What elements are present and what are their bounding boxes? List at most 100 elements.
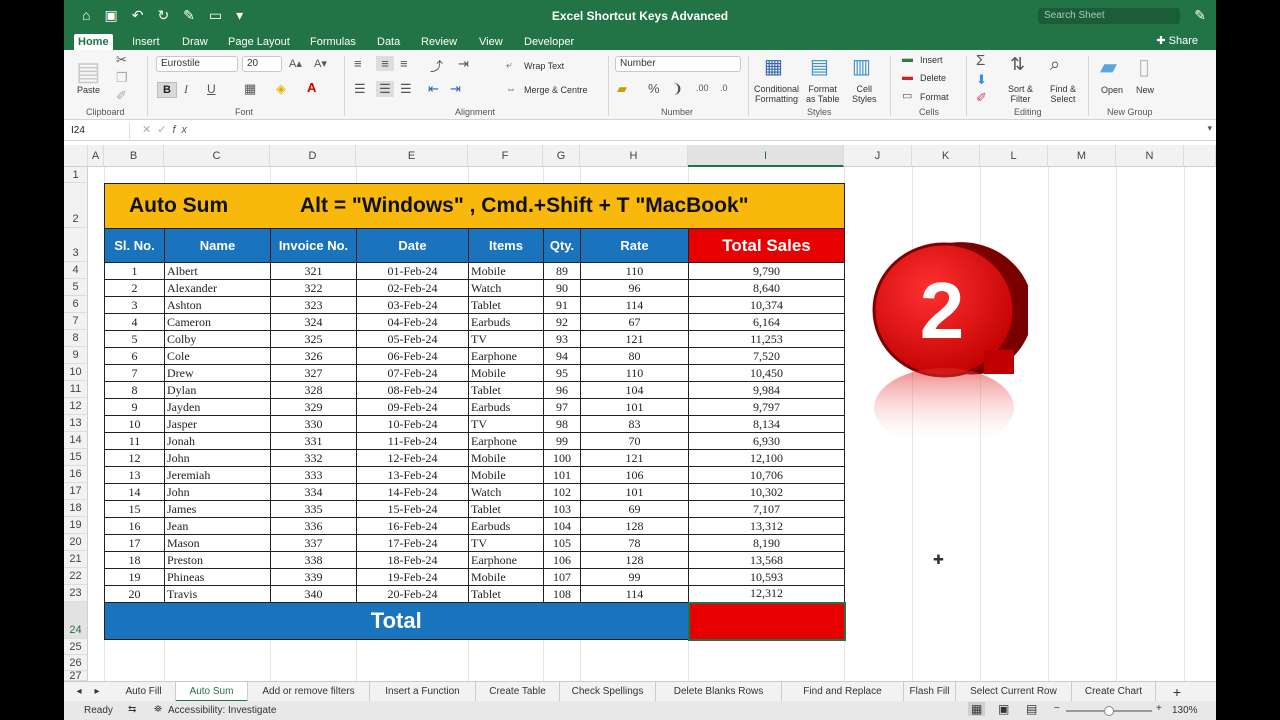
align-right-icon[interactable]: ☰ bbox=[400, 81, 412, 97]
page-break-view-icon[interactable]: ▤ bbox=[1026, 702, 1037, 716]
table-cell[interactable]: Earbuds bbox=[468, 517, 544, 535]
table-cell[interactable]: 100 bbox=[543, 449, 581, 467]
table-cell[interactable]: Jonah bbox=[164, 432, 271, 450]
prev-sheet-icon[interactable]: ◂ bbox=[70, 682, 88, 702]
currency-icon[interactable]: ▰ bbox=[617, 81, 627, 97]
table-cell[interactable]: Jayden bbox=[164, 398, 271, 416]
row-header-5[interactable]: 5 bbox=[64, 279, 88, 296]
row-header-21[interactable]: 21 bbox=[64, 551, 88, 568]
table-cell[interactable]: 4 bbox=[104, 313, 165, 331]
table-cell[interactable]: 12,100 bbox=[688, 449, 845, 467]
table-cell[interactable]: 91 bbox=[543, 296, 581, 314]
table-cell[interactable]: 8,190 bbox=[688, 534, 845, 552]
table-cell[interactable]: 335 bbox=[270, 500, 357, 518]
table-cell[interactable]: 321 bbox=[270, 262, 357, 280]
find-select-icon[interactable]: ⌕ bbox=[1050, 54, 1060, 75]
column-header-k[interactable]: K bbox=[912, 145, 980, 167]
column-header-j[interactable]: J bbox=[844, 145, 912, 167]
sheet-tab[interactable]: Select Current Row bbox=[956, 682, 1072, 702]
number-format-select[interactable]: Number bbox=[615, 56, 741, 72]
enter-icon[interactable]: ✓ bbox=[157, 124, 172, 136]
column-header-d[interactable]: D bbox=[270, 145, 356, 167]
table-cell[interactable]: 92 bbox=[543, 313, 581, 331]
table-cell[interactable]: 114 bbox=[580, 296, 689, 314]
table-cell[interactable]: 08-Feb-24 bbox=[356, 381, 469, 399]
cell-styles-icon[interactable]: ▥ bbox=[852, 54, 871, 79]
table-cell[interactable]: 128 bbox=[580, 517, 689, 535]
table-cell[interactable]: 325 bbox=[270, 330, 357, 348]
table-cell[interactable]: 10,374 bbox=[688, 296, 845, 314]
table-cell[interactable]: Mobile bbox=[468, 364, 544, 382]
table-cell[interactable]: 20-Feb-24 bbox=[356, 585, 469, 603]
table-cell[interactable]: 7,107 bbox=[688, 500, 845, 518]
table-cell[interactable]: 6,930 bbox=[688, 432, 845, 450]
column-title-2[interactable]: Invoice No. bbox=[270, 228, 357, 263]
open-folder-icon[interactable]: ▰ bbox=[1100, 54, 1117, 80]
table-cell[interactable]: 17 bbox=[104, 534, 165, 552]
table-cell[interactable]: 338 bbox=[270, 551, 357, 569]
table-cell[interactable]: Mobile bbox=[468, 568, 544, 586]
format-as-table-icon[interactable]: ▤ bbox=[810, 54, 829, 79]
table-cell[interactable]: Earphone bbox=[468, 432, 544, 450]
total-label[interactable]: Total bbox=[104, 602, 689, 640]
align-bottom-icon[interactable]: ≡ bbox=[400, 56, 408, 71]
row-header-17[interactable]: 17 bbox=[64, 483, 88, 500]
table-cell[interactable]: 19-Feb-24 bbox=[356, 568, 469, 586]
table-cell[interactable]: Watch bbox=[468, 279, 544, 297]
table-cell[interactable]: 106 bbox=[543, 551, 581, 569]
row-header-13[interactable]: 13 bbox=[64, 415, 88, 432]
table-cell[interactable]: Earphone bbox=[468, 551, 544, 569]
find-select-button[interactable]: Find & Select bbox=[1050, 84, 1076, 104]
merge-icon[interactable]: ⇔ bbox=[506, 84, 516, 95]
increase-decimal-icon[interactable]: .00 bbox=[696, 83, 709, 93]
table-cell[interactable]: 101 bbox=[580, 483, 689, 501]
wrap-text-button[interactable]: Wrap Text bbox=[524, 61, 564, 71]
share-button[interactable]: ✚ Share bbox=[1156, 34, 1198, 47]
table-cell[interactable]: 20 bbox=[104, 585, 165, 603]
row-header-19[interactable]: 19 bbox=[64, 517, 88, 534]
table-cell[interactable]: 10,450 bbox=[688, 364, 845, 382]
table-cell[interactable]: 128 bbox=[580, 551, 689, 569]
row-header-14[interactable]: 14 bbox=[64, 432, 88, 449]
table-cell[interactable]: Cole bbox=[164, 347, 271, 365]
table-cell[interactable]: 07-Feb-24 bbox=[356, 364, 469, 382]
table-cell[interactable]: 10-Feb-24 bbox=[356, 415, 469, 433]
column-title-5[interactable]: Qty. bbox=[543, 228, 581, 263]
column-title-4[interactable]: Items bbox=[468, 228, 544, 263]
table-cell[interactable]: Albert bbox=[164, 262, 271, 280]
indent-icon[interactable]: ⇥ bbox=[458, 56, 469, 72]
row-header-23[interactable]: 23 bbox=[64, 585, 88, 602]
table-cell[interactable]: 332 bbox=[270, 449, 357, 467]
table-cell[interactable]: 330 bbox=[270, 415, 357, 433]
table-cell[interactable]: Ashton bbox=[164, 296, 271, 314]
table-cell[interactable]: Jean bbox=[164, 517, 271, 535]
table-cell[interactable]: 8,640 bbox=[688, 279, 845, 297]
table-cell[interactable]: 333 bbox=[270, 466, 357, 484]
next-sheet-icon[interactable]: ▸ bbox=[88, 682, 106, 702]
table-cell[interactable]: 94 bbox=[543, 347, 581, 365]
autosum-icon[interactable]: Σ bbox=[976, 52, 985, 69]
conditional-formatting-icon[interactable]: ▦ bbox=[764, 54, 783, 79]
table-cell[interactable]: Dylan bbox=[164, 381, 271, 399]
sort-filter-icon[interactable]: ⇅ bbox=[1010, 54, 1025, 75]
align-top-icon[interactable]: ≡ bbox=[354, 56, 362, 71]
row-header-12[interactable]: 12 bbox=[64, 398, 88, 415]
table-cell[interactable]: John bbox=[164, 483, 271, 501]
table-cell[interactable]: 12-Feb-24 bbox=[356, 449, 469, 467]
row-header-11[interactable]: 11 bbox=[64, 381, 88, 398]
sheet-tab[interactable]: Create Chart bbox=[1072, 682, 1156, 702]
bold-button[interactable]: B bbox=[157, 82, 177, 98]
table-cell[interactable]: 67 bbox=[580, 313, 689, 331]
table-cell[interactable]: 03-Feb-24 bbox=[356, 296, 469, 314]
format-cells-button[interactable]: Format bbox=[920, 92, 949, 102]
table-cell[interactable]: James bbox=[164, 500, 271, 518]
row-header-6[interactable]: 6 bbox=[64, 296, 88, 313]
tab-page-layout[interactable]: Page Layout bbox=[224, 34, 294, 50]
table-cell[interactable]: Mobile bbox=[468, 449, 544, 467]
table-cell[interactable]: 13,312 bbox=[688, 517, 845, 535]
table-cell[interactable]: 110 bbox=[580, 364, 689, 382]
column-header-b[interactable]: B bbox=[104, 145, 164, 167]
table-cell[interactable]: Mason bbox=[164, 534, 271, 552]
row-header-10[interactable]: 10 bbox=[64, 364, 88, 381]
sheet-tab[interactable]: Add or remove filters bbox=[248, 682, 370, 702]
